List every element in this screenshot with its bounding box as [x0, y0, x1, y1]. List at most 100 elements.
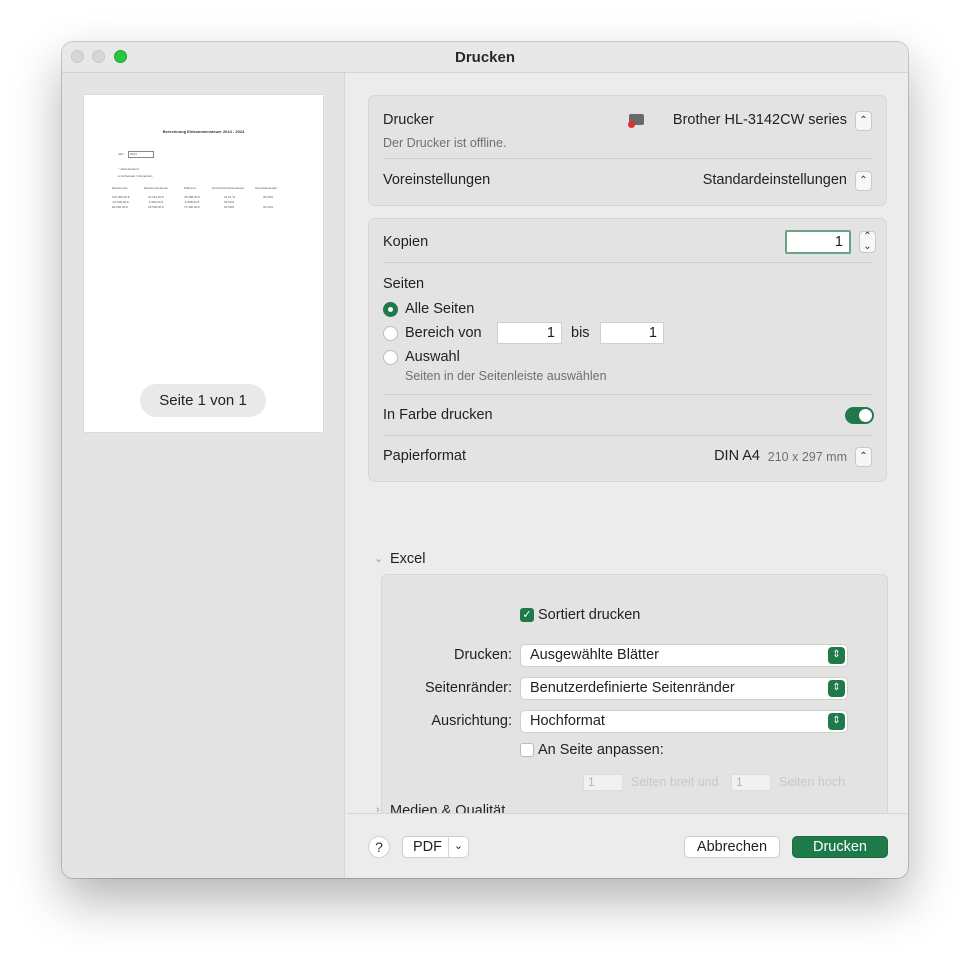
radio-selection[interactable] — [383, 350, 398, 365]
preview-cell: 35,52% — [224, 200, 235, 204]
preview-cell: 71.490,00 € — [184, 205, 200, 209]
orientation-value: Hochformat — [530, 713, 605, 729]
margins-select[interactable]: Benutzerdefinierte Seitenränder ⇕ — [520, 677, 848, 700]
preview-jahr-value: 2024 — [130, 152, 137, 156]
paper-dims: 210 x 297 mm — [767, 450, 847, 464]
select-arrows-icon: ⇕ — [828, 680, 845, 697]
color-toggle[interactable] — [845, 407, 874, 424]
help-button[interactable]: ? — [368, 836, 390, 858]
page-indicator: Seite 1 von 1 — [140, 384, 266, 417]
orientation-select[interactable]: Hochformat ⇕ — [520, 710, 848, 733]
copies-pages-card: Kopien 1 ⌃ ⌄ Seiten Alle Seiten Bereich v… — [368, 218, 887, 482]
margins-value: Benutzerdefinierte Seitenränder — [530, 680, 735, 696]
fit-to-page-label: An Seite anpassen: — [538, 742, 664, 758]
media-disclosure[interactable]: › Medien & Qualität — [374, 803, 534, 813]
media-section-label: Medien & Qualität — [390, 803, 506, 813]
radio-page-range[interactable] — [383, 326, 398, 341]
print-what-value: Ausgewählte Blätter — [530, 647, 659, 663]
preview-col-5: Grenzsteuersatz — [255, 186, 278, 190]
preview-cell: 21,61 % — [224, 195, 236, 199]
preview-option-2-label: Verheiratet / Verpartnert — [120, 174, 153, 178]
range-label: Bereich von — [405, 325, 482, 341]
printer-status: Der Drucker ist offline. — [383, 136, 507, 150]
copies-input[interactable]: 1 — [785, 230, 851, 254]
preview-col-3: Differenz — [184, 186, 196, 190]
all-pages-label: Alle Seiten — [405, 301, 475, 317]
select-arrows-icon: ⇕ — [828, 647, 845, 664]
dialog-footer: ? PDF ⌄ Abbrechen Drucken — [346, 813, 908, 878]
selection-label: Auswahl — [405, 349, 460, 365]
fit-wide-input[interactable]: 1 — [583, 774, 623, 791]
fit-wide-label: Seiten breit und — [631, 775, 719, 789]
preview-cell: 20,59% — [224, 205, 235, 209]
presets-value: Standardeinstellungen — [702, 172, 847, 188]
title-bar: Drucken — [62, 42, 908, 73]
collate-checkbox[interactable]: ✓ — [520, 608, 534, 622]
preview-col-1: Einkommen — [112, 186, 128, 190]
paper-select[interactable]: DIN A4 210 x 297 mm ⌃ — [702, 445, 872, 469]
printer-chevron-icon: ⌃ — [855, 111, 872, 131]
print-button[interactable]: Drucken — [792, 836, 888, 858]
printer-card: Drucker Brother HL-3142CW series ⌃ Der D… — [368, 95, 887, 206]
preview-cell: 21.612,00 € — [148, 195, 164, 199]
color-label: In Farbe drucken — [383, 407, 493, 423]
radio-all-pages[interactable] — [383, 302, 398, 317]
divider — [383, 394, 872, 395]
range-to-input[interactable]: 1 — [600, 322, 664, 344]
copies-label: Kopien — [383, 234, 429, 250]
divider — [383, 158, 872, 159]
printer-value: Brother HL-3142CW series — [672, 112, 847, 128]
excel-section-label: Excel — [390, 551, 426, 567]
divider — [383, 262, 872, 263]
print-dialog: Drucken Berechnung Einkommensteuer 2013 … — [62, 42, 908, 878]
range-to-label: bis — [571, 325, 590, 341]
presets-label: Voreinstellungen — [383, 172, 491, 188]
preview-cell: 34,53% — [263, 205, 274, 209]
range-from-input[interactable]: 1 — [497, 322, 562, 344]
preview-cell: -3.582,00 € — [148, 200, 164, 204]
preview-cell: -10.000,00 € — [112, 200, 129, 204]
preview-col-2: Einkommensteuer — [144, 186, 169, 190]
preview-option-1-label: Alleinstehend — [120, 167, 139, 171]
copies-stepper[interactable]: ⌃ ⌄ — [859, 231, 876, 253]
print-what-select[interactable]: Ausgewählte Blätter ⇕ — [520, 644, 848, 667]
preview-cell: 35,93% — [263, 195, 274, 199]
fit-tall-label: Seiten hoch — [779, 775, 846, 789]
printer-label: Drucker — [383, 112, 434, 128]
chevron-down-icon: ⌄ — [374, 553, 384, 565]
preview-jahr-select: 2024 — [128, 151, 154, 158]
preview-doc-title: Berechnung Einkommensteuer 2013 - 2024 — [162, 129, 245, 134]
fit-to-page-checkbox[interactable] — [520, 743, 534, 757]
collate-label: Sortiert drucken — [538, 607, 641, 623]
cancel-button[interactable]: Abbrechen — [684, 836, 780, 858]
chevron-right-icon: › — [376, 804, 380, 813]
presets-select[interactable]: Standardeinstellungen ⌃ — [692, 169, 872, 193]
page-preview[interactable]: Berechnung Einkommensteuer 2013 - 2024 J… — [84, 95, 323, 432]
presets-chevron-icon: ⌃ — [855, 171, 872, 191]
printer-offline-dot-icon — [628, 121, 635, 128]
chevron-down-icon: ⌄ — [448, 837, 468, 857]
settings-panel: Drucker Brother HL-3142CW series ⌃ Der D… — [346, 73, 908, 878]
orientation-label: Ausrichtung: — [431, 713, 512, 729]
select-arrows-icon: ⇕ — [828, 713, 845, 730]
fit-tall-input[interactable]: 1 — [731, 774, 771, 791]
print-what-label: Drucken: — [453, 647, 512, 663]
preview-cell: 90.000,00 € — [112, 205, 128, 209]
preview-cell: 100.000,00 € — [112, 195, 130, 199]
preview-cell: -6.498,00 € — [184, 200, 200, 204]
selection-hint: Seiten in der Seitenleiste auswählen — [405, 369, 607, 383]
excel-disclosure[interactable]: ⌄ Excel — [374, 550, 454, 570]
preview-cell: 18.530,00 € — [148, 205, 164, 209]
preview-jahr-label: Jahr — [118, 152, 124, 156]
paper-value: DIN A4 — [714, 448, 760, 464]
preview-col-4: Durchschnittssteuersatz — [212, 186, 245, 190]
paper-label: Papierformat — [383, 448, 467, 464]
divider — [383, 435, 872, 436]
pdf-label: PDF — [413, 839, 442, 855]
excel-options: ✓ Sortiert drucken Drucken: Ausgewählte … — [381, 574, 888, 818]
preview-sidebar: Berechnung Einkommensteuer 2013 - 2024 J… — [62, 73, 345, 878]
pdf-menu-button[interactable]: PDF ⌄ — [402, 836, 469, 858]
preview-option-2: ● Verheiratet / Verpartnert — [118, 174, 153, 178]
pages-label: Seiten — [383, 276, 425, 292]
window-title: Drucken — [454, 49, 516, 66]
